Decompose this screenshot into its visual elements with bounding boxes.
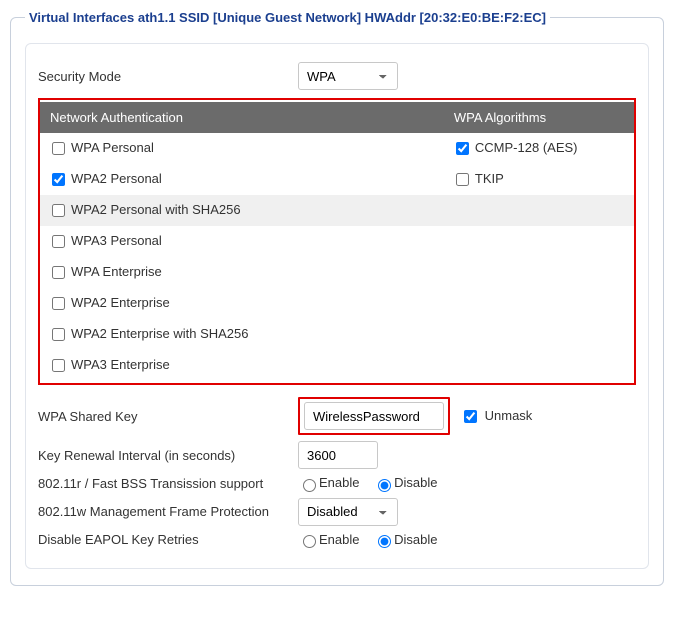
auth-right-label: TKIP [475, 171, 504, 186]
auth-table: Network Authentication WPA Algorithms WP… [40, 102, 634, 381]
wpa-key-highlight [298, 397, 450, 435]
auth-left-label: WPA2 Enterprise with SHA256 [71, 326, 249, 341]
mfp-row: 802.11w Management Frame Protection Disa… [38, 498, 636, 526]
unmask-wrap: Unmask [460, 407, 532, 426]
auth-left-checkbox[interactable] [52, 297, 65, 310]
table-row: WPA2 Personal with SHA256 [40, 195, 634, 226]
auth-right-cell [444, 195, 634, 226]
auth-left-cell: WPA Personal [40, 133, 444, 164]
key-renewal-input[interactable] [298, 441, 378, 469]
fast-bss-row: 802.11r / Fast BSS Transission support E… [38, 475, 636, 492]
auth-right-cell [444, 288, 634, 319]
eapol-disable-radio[interactable] [378, 535, 391, 548]
fast-bss-enable-radio[interactable] [303, 479, 316, 492]
auth-left-cell: WPA3 Personal [40, 226, 444, 257]
auth-left-checkbox[interactable] [52, 142, 65, 155]
auth-left-cell: WPA2 Enterprise [40, 288, 444, 319]
key-renewal-row: Key Renewal Interval (in seconds) [38, 441, 636, 469]
eapol-row: Disable EAPOL Key Retries Enable Disable [38, 532, 636, 549]
table-row: WPA Personal CCMP-128 (AES) [40, 133, 634, 164]
eapol-radio-group: Enable Disable [298, 532, 447, 549]
unmask-checkbox[interactable] [464, 410, 477, 423]
auth-left-cell: WPA3 Enterprise [40, 350, 444, 381]
auth-right-cell [444, 226, 634, 257]
table-row: WPA2 Enterprise with SHA256 [40, 319, 634, 350]
auth-right-cell: TKIP [444, 164, 634, 195]
table-row: WPA2 Enterprise [40, 288, 634, 319]
wpa-key-label: WPA Shared Key [38, 409, 298, 424]
table-row: WPA2 Personal TKIP [40, 164, 634, 195]
fast-bss-radio-group: Enable Disable [298, 475, 447, 492]
auth-left-label: WPA Enterprise [71, 264, 162, 279]
settings-panel: Security Mode WPA Network Authentication… [25, 43, 649, 569]
auth-header-left: Network Authentication [40, 102, 444, 133]
eapol-enable-radio[interactable] [303, 535, 316, 548]
table-row: WPA3 Personal [40, 226, 634, 257]
auth-left-label: WPA2 Personal with SHA256 [71, 202, 241, 217]
auth-left-checkbox[interactable] [52, 266, 65, 279]
unmask-label: Unmask [485, 407, 533, 422]
eapol-enable-option[interactable]: Enable [298, 532, 359, 547]
auth-left-label: WPA3 Personal [71, 233, 162, 248]
auth-left-checkbox[interactable] [52, 204, 65, 217]
auth-header-right: WPA Algorithms [444, 102, 634, 133]
wpa-key-input[interactable] [304, 402, 444, 430]
fast-bss-disable-option[interactable]: Disable [373, 475, 437, 490]
auth-left-cell: WPA Enterprise [40, 257, 444, 288]
fieldset-legend: Virtual Interfaces ath1.1 SSID [Unique G… [25, 10, 550, 25]
auth-left-cell: WPA2 Enterprise with SHA256 [40, 319, 444, 350]
auth-left-label: WPA3 Enterprise [71, 357, 170, 372]
auth-right-checkbox[interactable] [456, 142, 469, 155]
fast-bss-label: 802.11r / Fast BSS Transission support [38, 476, 298, 491]
fast-bss-enable-option[interactable]: Enable [298, 475, 359, 490]
key-renewal-label: Key Renewal Interval (in seconds) [38, 448, 298, 463]
table-row: WPA Enterprise [40, 257, 634, 288]
auth-right-label: CCMP-128 (AES) [475, 140, 578, 155]
auth-left-label: WPA2 Enterprise [71, 295, 170, 310]
auth-left-label: WPA Personal [71, 140, 154, 155]
auth-left-cell: WPA2 Personal [40, 164, 444, 195]
mfp-select[interactable]: Disabled [298, 498, 398, 526]
auth-right-cell: CCMP-128 (AES) [444, 133, 634, 164]
wpa-key-row: WPA Shared Key Unmask [38, 397, 636, 435]
security-mode-row: Security Mode WPA [38, 62, 636, 90]
auth-left-checkbox[interactable] [52, 173, 65, 186]
auth-left-checkbox[interactable] [52, 235, 65, 248]
eapol-label: Disable EAPOL Key Retries [38, 532, 298, 547]
auth-right-cell [444, 257, 634, 288]
auth-right-cell [444, 319, 634, 350]
auth-highlight-box: Network Authentication WPA Algorithms WP… [38, 98, 636, 385]
auth-right-cell [444, 350, 634, 381]
auth-left-checkbox[interactable] [52, 359, 65, 372]
mfp-label: 802.11w Management Frame Protection [38, 504, 298, 519]
auth-left-label: WPA2 Personal [71, 171, 162, 186]
fast-bss-disable-radio[interactable] [378, 479, 391, 492]
auth-left-cell: WPA2 Personal with SHA256 [40, 195, 444, 226]
eapol-disable-option[interactable]: Disable [373, 532, 437, 547]
security-mode-label: Security Mode [38, 69, 298, 84]
auth-right-checkbox[interactable] [456, 173, 469, 186]
virtual-interface-fieldset: Virtual Interfaces ath1.1 SSID [Unique G… [10, 10, 664, 586]
auth-left-checkbox[interactable] [52, 328, 65, 341]
table-row: WPA3 Enterprise [40, 350, 634, 381]
security-mode-select[interactable]: WPA [298, 62, 398, 90]
